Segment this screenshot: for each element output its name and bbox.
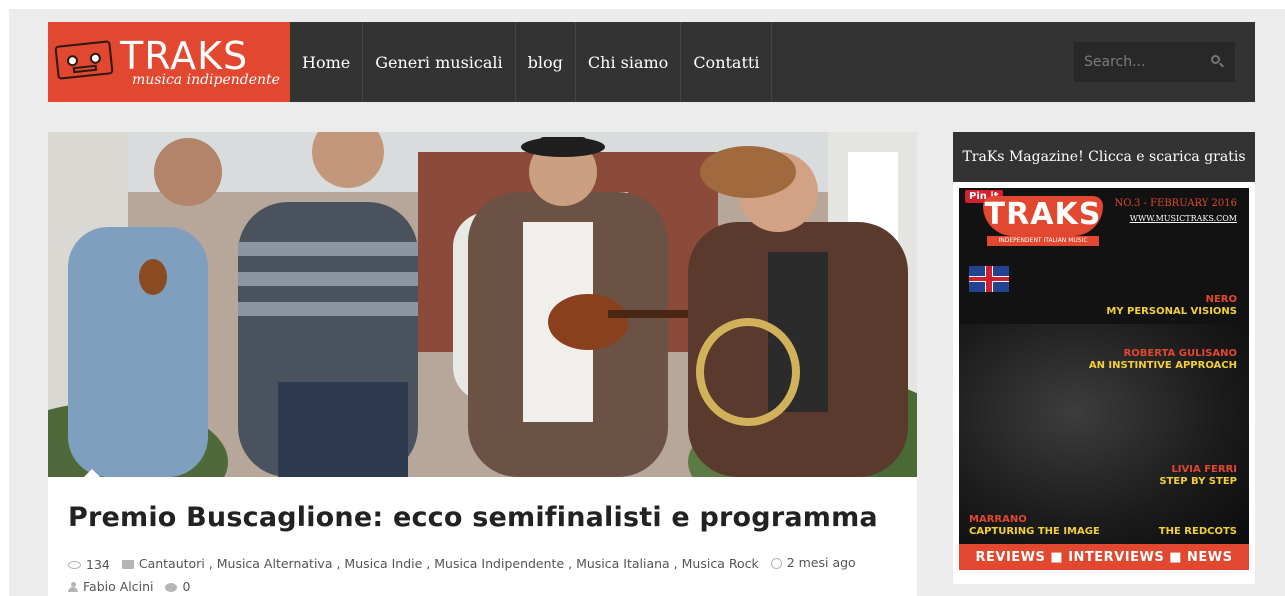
top-strip [0,0,1285,9]
author-link[interactable]: Fabio Alcini [83,576,154,596]
main-nav: Home Generi musicali blog Chi siamo Cont… [290,22,773,102]
sidebar-widget: TraKs Magazine! Clicca e scarica gratis … [953,132,1255,584]
time-ago: 2 mesi ago [786,555,856,570]
category-link[interactable]: Musica Rock [682,553,759,575]
nav-blog[interactable]: blog [516,22,576,102]
nav-chi-siamo[interactable]: Chi siamo [576,22,682,102]
headline: MARRANO CAPTURING THE IMAGE [969,514,1100,537]
post-author: Fabio Alcini [68,576,154,596]
category-link[interactable]: Musica Alternativa [217,553,333,575]
post-meta: 134 Cantautori , Musica Alternativa , Mu… [68,552,908,596]
eye-icon [68,560,81,569]
headline: NERO MY PERSONAL VISIONS [1106,294,1237,317]
search-box [1074,42,1235,82]
post-card: Premio Buscaglione: ecco semifinalisti e… [48,132,917,596]
post-comments: 0 [165,576,190,596]
nav-contatti[interactable]: Contatti [681,22,773,102]
post-date: 2 mesi ago [770,552,856,574]
headline: LIVIA FERRI STEP BY STEP [1159,464,1237,487]
user-icon [68,581,78,592]
magazine-cover[interactable]: Pin it TRAKS INDEPENDENT ITALIAN MUSIC N… [959,188,1249,570]
site-header: TRAKS musica indipendente Home Generi mu… [48,22,1255,102]
widget-title: TraKs Magazine! Clicca e scarica gratis [953,132,1255,182]
post-title[interactable]: Premio Buscaglione: ecco semifinalisti e… [68,502,878,533]
magazine-site: WWW.MUSICTRAKS.COM [1129,214,1237,223]
nav-home[interactable]: Home [290,22,364,102]
magazine-footer: REVIEWS ■ INTERVIEWS ■ NEWS [959,544,1249,570]
folder-icon [121,559,134,569]
headline: ROBERTA GULISANO AN INSTINTIVE APPROACH [1088,348,1237,371]
nav-generi-musicali[interactable]: Generi musicali [363,22,516,102]
magazine-issue: NO.3 - FEBRUARY 2016 [1114,198,1237,209]
category-link[interactable]: Musica Italiana [576,553,670,575]
views-value: 134 [86,556,110,572]
post-featured-image[interactable] [48,132,917,477]
image-notch [84,469,100,477]
headline: THE REDCOTS [1158,526,1237,537]
uk-flag-icon [969,266,1009,292]
clock-icon [770,557,782,569]
magazine-logo: TRAKS [983,196,1103,236]
comment-icon [165,582,178,592]
site-logo[interactable]: TRAKS musica indipendente [48,22,290,102]
categories: Cantautori , Musica Alternativa , Musica… [121,553,759,575]
search-input[interactable] [1084,54,1204,70]
magazine-subtitle: INDEPENDENT ITALIAN MUSIC [987,236,1099,246]
category-link[interactable]: Musica Indie [344,553,422,575]
left-strip [0,0,9,596]
logo-title: TRAKS [120,34,249,78]
search-icon[interactable] [1211,55,1225,69]
category-link[interactable]: Musica Indipendente [434,553,564,575]
logo-tagline: musica indipendente [132,72,280,88]
views-count: 134 [68,554,110,576]
cassette-icon [54,40,114,80]
comments-count[interactable]: 0 [182,576,190,596]
category-link[interactable]: Cantautori [139,553,205,575]
